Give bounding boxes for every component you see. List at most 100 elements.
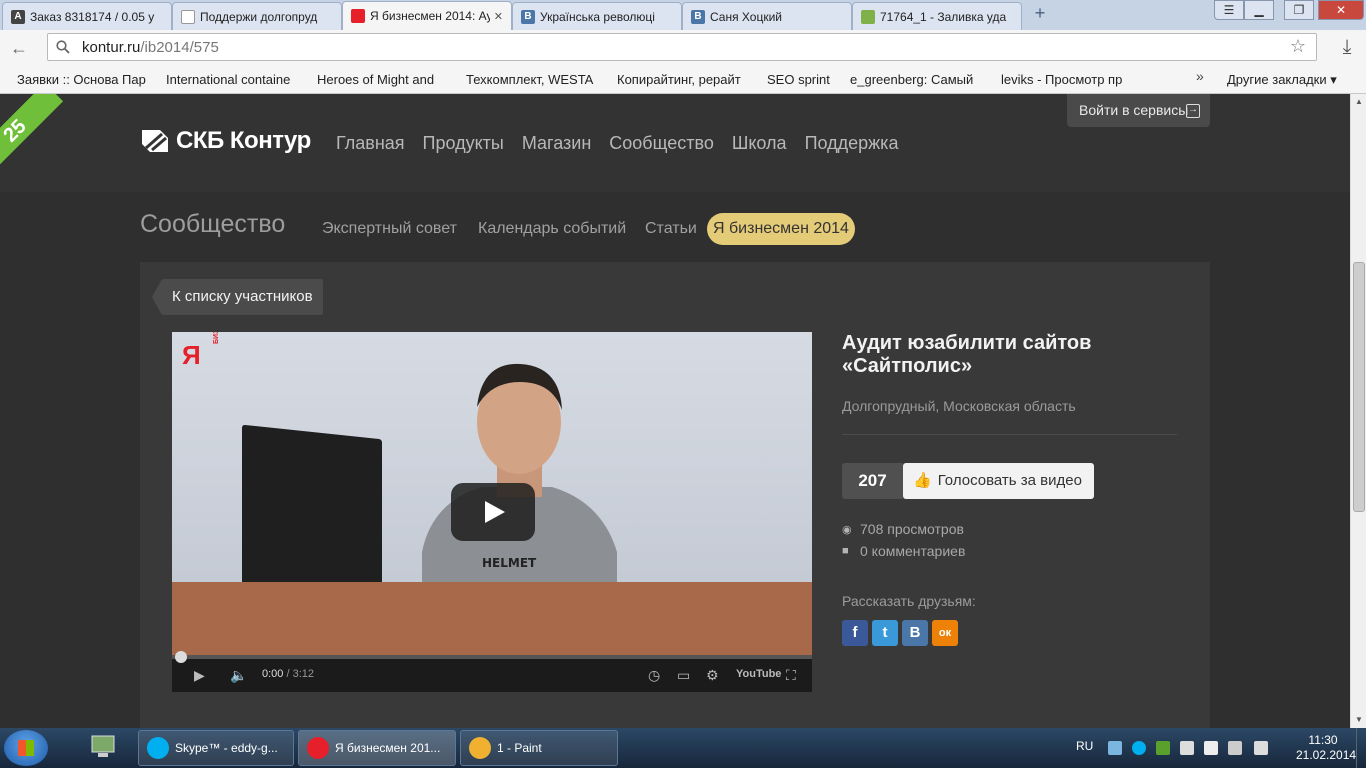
pinned-computer-icon[interactable] — [78, 731, 128, 765]
vote-count: 207 — [842, 463, 903, 499]
comments-row[interactable]: ■ 0 комментариев — [842, 540, 965, 562]
url-text: kontur.ru/ib2014/575 — [82, 39, 219, 56]
watch-later-icon[interactable]: ◷ — [648, 667, 660, 684]
bookmark-item[interactable]: Заявки :: Основа Пар — [17, 72, 149, 87]
anniversary-ribbon: 25 — [0, 94, 70, 192]
security-icon[interactable] — [1156, 741, 1170, 755]
volume-tray-icon[interactable] — [1254, 741, 1268, 755]
vk-favicon-icon: B — [691, 9, 705, 24]
bookmark-item[interactable]: e_greenberg: Самый — [850, 72, 982, 87]
windows-taskbar: Skype™ - eddy-g... Я бизнесмен 201... 1 … — [0, 728, 1366, 768]
url-host: kontur.ru — [82, 39, 141, 56]
bookmarks-bar: Заявки :: Основа Пар International conta… — [0, 66, 1366, 94]
subnav-articles[interactable]: Статьи — [645, 220, 697, 238]
taskbar-item-skype[interactable]: Skype™ - eddy-g... — [138, 730, 294, 766]
nav-products[interactable]: Продукты — [423, 133, 504, 154]
entry-panel: К списку участников HELMET Я БИЗНЕСМЕН — [140, 262, 1210, 728]
back-arrow-icon[interactable]: ← — [10, 38, 34, 58]
nav-school[interactable]: Школа — [732, 133, 787, 154]
brand-sub: БИЗНЕСМЕН — [202, 332, 232, 344]
address-bar[interactable]: kontur.ru/ib2014/575 ☆ — [47, 33, 1317, 61]
subnav-businessman-2014-active[interactable]: Я бизнесмен 2014 — [707, 213, 855, 245]
taskbar-item-paint[interactable]: 1 - Paint — [460, 730, 618, 766]
nav-shop[interactable]: Магазин — [522, 133, 591, 154]
new-tab-button[interactable]: + — [1030, 4, 1050, 23]
action-center-flag-icon[interactable] — [1204, 741, 1218, 755]
login-services-button[interactable]: Войти в сервисы → — [1067, 94, 1210, 127]
show-desktop-button[interactable] — [1356, 728, 1366, 768]
progress-knob[interactable] — [175, 651, 187, 663]
facebook-icon[interactable]: f — [842, 620, 868, 646]
download-icon[interactable]: ⤓ — [1336, 36, 1358, 60]
other-bookmarks-folder[interactable]: Другие закладки ▾ — [1227, 72, 1337, 88]
page-scrollbar[interactable]: ▲ ▼ — [1350, 94, 1366, 728]
subnav-expert-council[interactable]: Экспертный совет — [322, 220, 457, 238]
play-button[interactable] — [451, 483, 535, 541]
bookmark-item[interactable]: International containe — [166, 72, 298, 87]
browser-tab-6[interactable]: 71764_1 - Заливка уда — [852, 2, 1022, 30]
video-controls: ▶ 🔈 0:00 / 3:12 ◷ ▭ ⚙ YouTube ⛶ — [172, 651, 812, 692]
video-player[interactable]: HELMET Я БИЗНЕСМЕН ▶ 🔈 0:00 / 3:12 ◷ ▭ ⚙ — [172, 332, 812, 692]
bookmark-item[interactable]: Копирайтинг, рерайт — [617, 72, 749, 87]
eye-icon: ◉ — [842, 523, 852, 536]
web-page: 25 СКБ Контур Главная Продукты Магазин С… — [0, 94, 1350, 728]
browser-tab-1[interactable]: A Заказ 8318174 / 0.05 у — [2, 2, 172, 30]
taskbar-item-browser[interactable]: Я бизнесмен 201... — [298, 730, 456, 766]
settings-gear-icon[interactable]: ⚙ — [706, 667, 719, 684]
share-label: Рассказать друзьям: — [842, 593, 976, 609]
skype-icon — [147, 737, 169, 759]
kontur-logo-icon — [142, 130, 168, 152]
taskbar-label: 1 - Paint — [497, 741, 542, 755]
nav-home[interactable]: Главная — [336, 133, 405, 154]
scroll-down-icon[interactable]: ▼ — [1351, 712, 1366, 728]
yandex-browser-icon — [307, 737, 329, 759]
bookmark-item[interactable]: leviks - Просмотр пр — [1001, 72, 1133, 87]
login-label: Войти в сервисы — [1079, 102, 1189, 118]
bookmark-item[interactable]: Техкомплект, WESTA — [466, 72, 596, 87]
svg-text:HELMET: HELMET — [482, 556, 537, 570]
system-clock[interactable]: 11:30 21.02.2014 — [1296, 733, 1357, 763]
windows-logo-icon — [18, 740, 34, 756]
network-share-icon[interactable] — [1108, 741, 1122, 755]
play-icon[interactable]: ▶ — [194, 667, 205, 684]
video-progress-bar[interactable] — [172, 651, 812, 663]
kontur-logo[interactable]: СКБ Контур — [140, 127, 311, 155]
nav-community[interactable]: Сообщество — [609, 133, 714, 154]
browser-tab-2[interactable]: Поддержи долгопруд — [172, 2, 342, 30]
vote-button[interactable]: 👍 Голосовать за видео — [903, 463, 1094, 499]
menu-icon[interactable]: ☰ — [1214, 0, 1244, 20]
scrollbar-thumb[interactable] — [1353, 262, 1365, 512]
signal-icon[interactable] — [1180, 741, 1194, 755]
close-window-button[interactable]: ✕ — [1318, 0, 1364, 20]
bookmark-item[interactable]: Heroes of Might and — [317, 72, 447, 87]
thumbs-up-icon: 👍 — [913, 472, 932, 489]
nav-support[interactable]: Поддержка — [805, 133, 899, 154]
start-button[interactable] — [4, 730, 48, 766]
bookmark-item[interactable]: SEO sprint — [767, 72, 833, 87]
language-indicator[interactable]: RU — [1076, 739, 1093, 753]
skype-tray-icon[interactable] — [1132, 741, 1146, 755]
captions-icon[interactable]: ▭ — [677, 667, 690, 684]
fullscreen-icon[interactable]: ⛶ — [786, 667, 796, 684]
divider — [842, 434, 1177, 435]
restore-button[interactable]: ❐ — [1284, 0, 1314, 20]
twitter-icon[interactable]: t — [872, 620, 898, 646]
vkontakte-icon[interactable]: B — [902, 620, 928, 646]
bookmarks-more-chevron-icon[interactable]: » — [1196, 68, 1204, 84]
youtube-logo[interactable]: YouTube — [736, 668, 781, 680]
device-icon[interactable] — [1228, 741, 1242, 755]
back-to-list-button[interactable]: К списку участников — [152, 279, 323, 315]
site-header: 25 СКБ Контур Главная Продукты Магазин С… — [0, 94, 1350, 192]
scroll-up-icon[interactable]: ▲ — [1351, 94, 1366, 110]
clock-date: 21.02.2014 — [1296, 748, 1357, 762]
browser-tab-5[interactable]: B Саня Хоцкий — [682, 2, 852, 30]
tab-close-icon[interactable]: ✕ — [494, 10, 503, 23]
minimize-button[interactable]: ▁ — [1244, 0, 1274, 20]
browser-tab-4[interactable]: B Українська революці — [512, 2, 682, 30]
browser-tab-3-active[interactable]: Я бизнесмен 2014: Ау ✕ — [342, 1, 512, 30]
bookmark-star-icon[interactable]: ☆ — [1290, 36, 1306, 57]
volume-icon[interactable]: 🔈 — [230, 667, 247, 684]
comment-icon: ■ — [842, 545, 849, 557]
subnav-events-calendar[interactable]: Календарь событий — [478, 220, 626, 238]
odnoklassniki-icon[interactable]: ок — [932, 620, 958, 646]
